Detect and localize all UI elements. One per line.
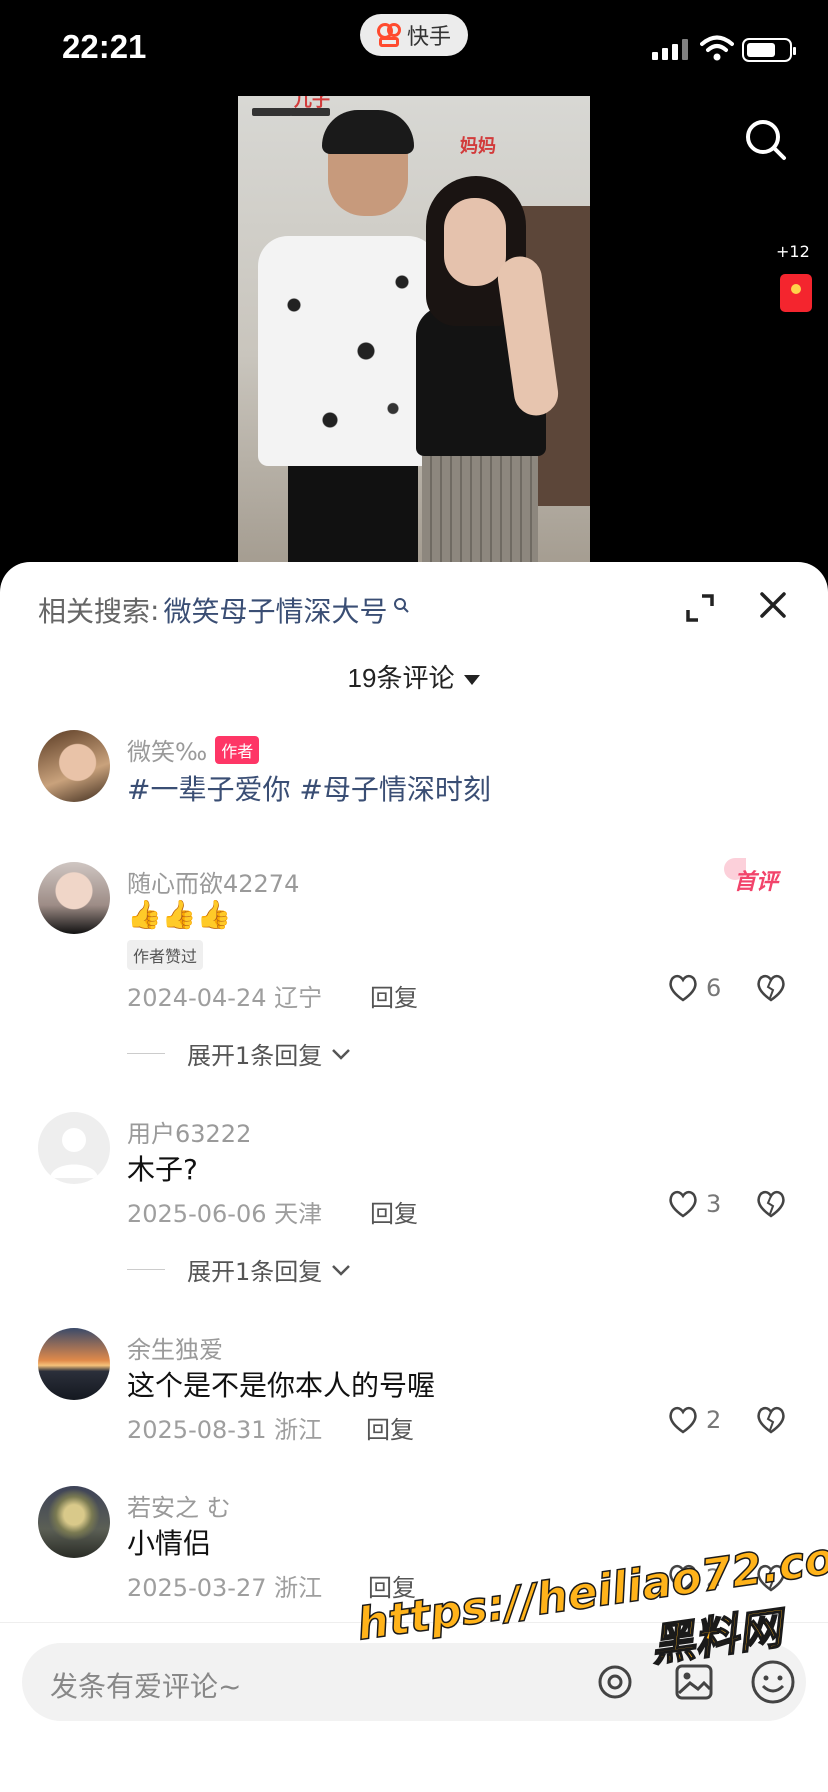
chevron-down-icon bbox=[332, 1048, 351, 1060]
comment-text[interactable]: 👍👍👍 bbox=[127, 898, 232, 931]
bonus-count: +12 bbox=[776, 242, 810, 261]
kuaishou-logo-icon bbox=[376, 23, 401, 47]
related-search-colon: : bbox=[150, 593, 160, 627]
expand-icon[interactable] bbox=[684, 592, 716, 624]
commenter-name[interactable]: 随心而欲42274 bbox=[127, 864, 299, 899]
app-name: 快手 bbox=[406, 25, 451, 50]
avatar[interactable] bbox=[38, 862, 110, 934]
chevron-down-icon bbox=[332, 1264, 351, 1276]
author-post-text[interactable]: #一辈子爱你 #母子情深时刻 bbox=[127, 768, 491, 808]
comment-count: 19条评论 bbox=[347, 663, 455, 693]
commenter-name[interactable]: 余生独爱 bbox=[127, 1330, 223, 1365]
status-time: 22:21 bbox=[62, 28, 147, 65]
comment-text[interactable]: 这个是不是你本人的号喔 bbox=[127, 1364, 435, 1404]
status-bar: 22:21 快手 bbox=[0, 0, 828, 96]
author-badge: 作者 bbox=[215, 735, 260, 764]
like-count: 2 bbox=[706, 1406, 722, 1434]
heart-icon bbox=[669, 1406, 697, 1434]
ceiling-light bbox=[252, 108, 292, 116]
comment-input-placeholder: 发条有爱评论~ bbox=[50, 1670, 242, 1703]
author-name-row[interactable]: 微笑‰ 作者 bbox=[127, 732, 260, 767]
small-search-icon bbox=[394, 598, 410, 613]
author-liked-badge: 作者赞过 bbox=[127, 940, 204, 970]
comment-date-location: 2024-04-24 辽宁 bbox=[127, 984, 323, 1012]
like-button[interactable]: 2 bbox=[668, 1406, 721, 1434]
avatar[interactable] bbox=[38, 1486, 110, 1558]
expand-replies[interactable]: 展开1条回复 bbox=[127, 1252, 352, 1287]
app-pill[interactable]: 快手 bbox=[360, 14, 468, 56]
comment-date-location: 2025-06-06 天津 bbox=[127, 1200, 323, 1228]
commenter-name[interactable]: 若安之 む bbox=[127, 1488, 231, 1523]
divider bbox=[127, 1269, 165, 1270]
red-packet-icon[interactable] bbox=[780, 274, 812, 312]
emoji-icon[interactable] bbox=[750, 1659, 796, 1705]
comment-text[interactable]: 小情侣 bbox=[127, 1522, 211, 1562]
comment-count-toggle[interactable]: 19条评论 bbox=[0, 658, 828, 695]
expand-replies[interactable]: 展开1条回复 bbox=[127, 1036, 352, 1071]
like-count: 3 bbox=[706, 1190, 722, 1218]
heart-icon bbox=[669, 1190, 697, 1218]
dislike-icon[interactable] bbox=[756, 1190, 786, 1218]
expand-replies-label: 展开1条回复 bbox=[187, 1042, 323, 1070]
avatar[interactable] bbox=[38, 730, 110, 802]
caret-down-icon bbox=[464, 675, 481, 686]
dislike-icon[interactable] bbox=[756, 1406, 786, 1434]
like-count: 6 bbox=[706, 974, 722, 1002]
battery-icon bbox=[742, 38, 796, 62]
comment-date-location: 2025-08-31 浙江 bbox=[127, 1416, 323, 1444]
video-label-mom: 妈妈 bbox=[460, 136, 496, 157]
related-search-label: 相关搜索 bbox=[38, 595, 151, 628]
comment-text[interactable]: 木子? bbox=[127, 1148, 198, 1188]
expand-replies-label: 展开1条回复 bbox=[187, 1258, 323, 1286]
wifi-icon bbox=[700, 35, 734, 61]
search-icon[interactable] bbox=[744, 118, 788, 162]
avatar[interactable] bbox=[38, 1328, 110, 1400]
reply-button[interactable]: 回复 bbox=[370, 978, 418, 1013]
mother-figure bbox=[396, 176, 566, 568]
like-button[interactable]: 3 bbox=[668, 1190, 721, 1218]
video-label-son: 儿子 bbox=[294, 96, 330, 111]
author-name: 微笑‰ bbox=[127, 738, 208, 766]
close-icon[interactable] bbox=[758, 590, 788, 620]
comment-date-location: 2025-03-27 浙江 bbox=[127, 1574, 323, 1602]
related-search-term[interactable]: 微笑母子情深大号 bbox=[163, 590, 387, 630]
heart-icon bbox=[669, 974, 697, 1002]
signal-icon bbox=[652, 38, 688, 60]
divider bbox=[127, 1053, 165, 1054]
commenter-name[interactable]: 用户63222 bbox=[127, 1114, 251, 1149]
video-player[interactable]: 儿子 妈妈 bbox=[238, 96, 590, 568]
first-comment-badge: 首评 bbox=[723, 858, 778, 896]
like-button[interactable]: 6 bbox=[668, 974, 721, 1002]
default-avatar-icon[interactable] bbox=[38, 1112, 110, 1184]
related-search[interactable]: 相关搜索 : 微笑母子情深大号 bbox=[38, 590, 410, 630]
reply-button[interactable]: 回复 bbox=[370, 1194, 418, 1229]
reply-button[interactable]: 回复 bbox=[366, 1410, 414, 1445]
dislike-icon[interactable] bbox=[756, 974, 786, 1002]
